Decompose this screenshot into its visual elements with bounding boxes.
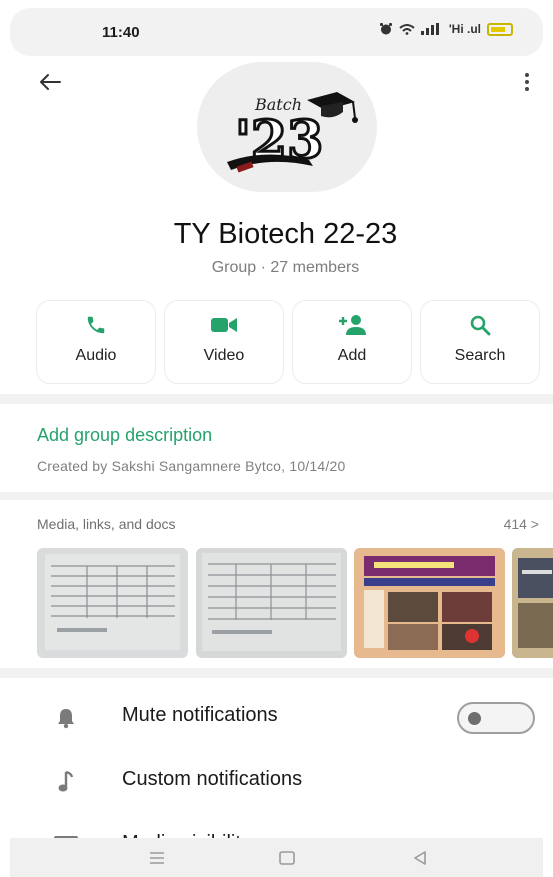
- battery-icon: [487, 22, 513, 36]
- section-divider: [0, 492, 553, 500]
- media-count[interactable]: 414 >: [504, 516, 539, 532]
- mute-notifications-label: Mute notifications: [122, 704, 278, 726]
- status-time: 11:40: [102, 24, 140, 41]
- custom-notifications-label: Custom notifications: [122, 768, 303, 790]
- group-info-screen: 11:40 'Hi .ul Batch '23 TY Biotech 22-23…: [0, 0, 553, 877]
- arrow-left-icon: [40, 74, 61, 90]
- more-options-button[interactable]: [515, 64, 539, 100]
- video-call-button[interactable]: Video: [164, 300, 284, 384]
- square-icon: [279, 851, 295, 865]
- search-button[interactable]: Search: [420, 300, 540, 384]
- media-thumbnail[interactable]: [354, 548, 505, 658]
- event-photo: [354, 548, 505, 658]
- audio-call-button[interactable]: Audio: [36, 300, 156, 384]
- section-divider: [0, 668, 553, 678]
- audio-label: Audio: [75, 347, 117, 364]
- status-bar: 11:40 'Hi .ul: [10, 8, 543, 56]
- back-button[interactable]: [32, 64, 68, 100]
- bell-icon: [58, 709, 74, 729]
- add-person-icon: [339, 315, 366, 335]
- home-button[interactable]: [275, 848, 299, 868]
- back-nav-button[interactable]: [408, 848, 432, 868]
- group-avatar[interactable]: Batch '23: [197, 62, 377, 192]
- recents-button[interactable]: [145, 848, 169, 868]
- section-divider: [0, 394, 553, 404]
- document-photo: [202, 553, 341, 651]
- menu-dot: [525, 87, 529, 91]
- toggle-knob: [468, 712, 481, 725]
- status-icons: 'Hi .ul: [379, 22, 513, 36]
- action-buttons: Audio Video Add Search: [36, 300, 540, 384]
- group-name: TY Biotech 22-23: [173, 218, 398, 250]
- add-group-description-link[interactable]: Add group description: [37, 425, 212, 446]
- search-icon: [470, 315, 491, 336]
- media-section-title[interactable]: Media, links, and docs: [37, 516, 176, 532]
- add-label: Add: [337, 347, 367, 364]
- event-photo: [512, 548, 553, 658]
- created-by-text: Created by Sakshi Sangamnere Bytco, 10/1…: [37, 458, 346, 474]
- video-camera-icon: [211, 318, 237, 332]
- media-thumbnail[interactable]: [37, 548, 188, 658]
- custom-notifications-row[interactable]: Custom notifications: [0, 752, 553, 808]
- media-thumbnail[interactable]: [196, 548, 347, 658]
- class-of-23-logo: Batch '23: [227, 92, 358, 173]
- triangle-back-icon: [414, 851, 426, 865]
- media-thumbnail[interactable]: [512, 548, 553, 658]
- mute-notifications-toggle[interactable]: [457, 702, 535, 734]
- signal-text: 'Hi .ul: [448, 22, 481, 36]
- video-label: Video: [203, 347, 245, 364]
- alarm-icon: [379, 23, 392, 35]
- add-participant-button[interactable]: Add: [292, 300, 412, 384]
- mute-notifications-row[interactable]: Mute notifications: [0, 688, 553, 744]
- menu-dot: [525, 80, 529, 84]
- search-label: Search: [454, 347, 506, 364]
- group-member-count: Group · 27 members: [211, 259, 360, 276]
- document-photo: [45, 554, 180, 650]
- phone-icon: [87, 316, 105, 334]
- system-navigation-bar: [10, 838, 543, 877]
- signal-icon: [420, 23, 439, 35]
- more-vertical-icon: [525, 73, 529, 77]
- wifi-icon: [399, 24, 415, 35]
- music-note-icon: [58, 770, 74, 792]
- menu-lines-icon: [150, 852, 164, 864]
